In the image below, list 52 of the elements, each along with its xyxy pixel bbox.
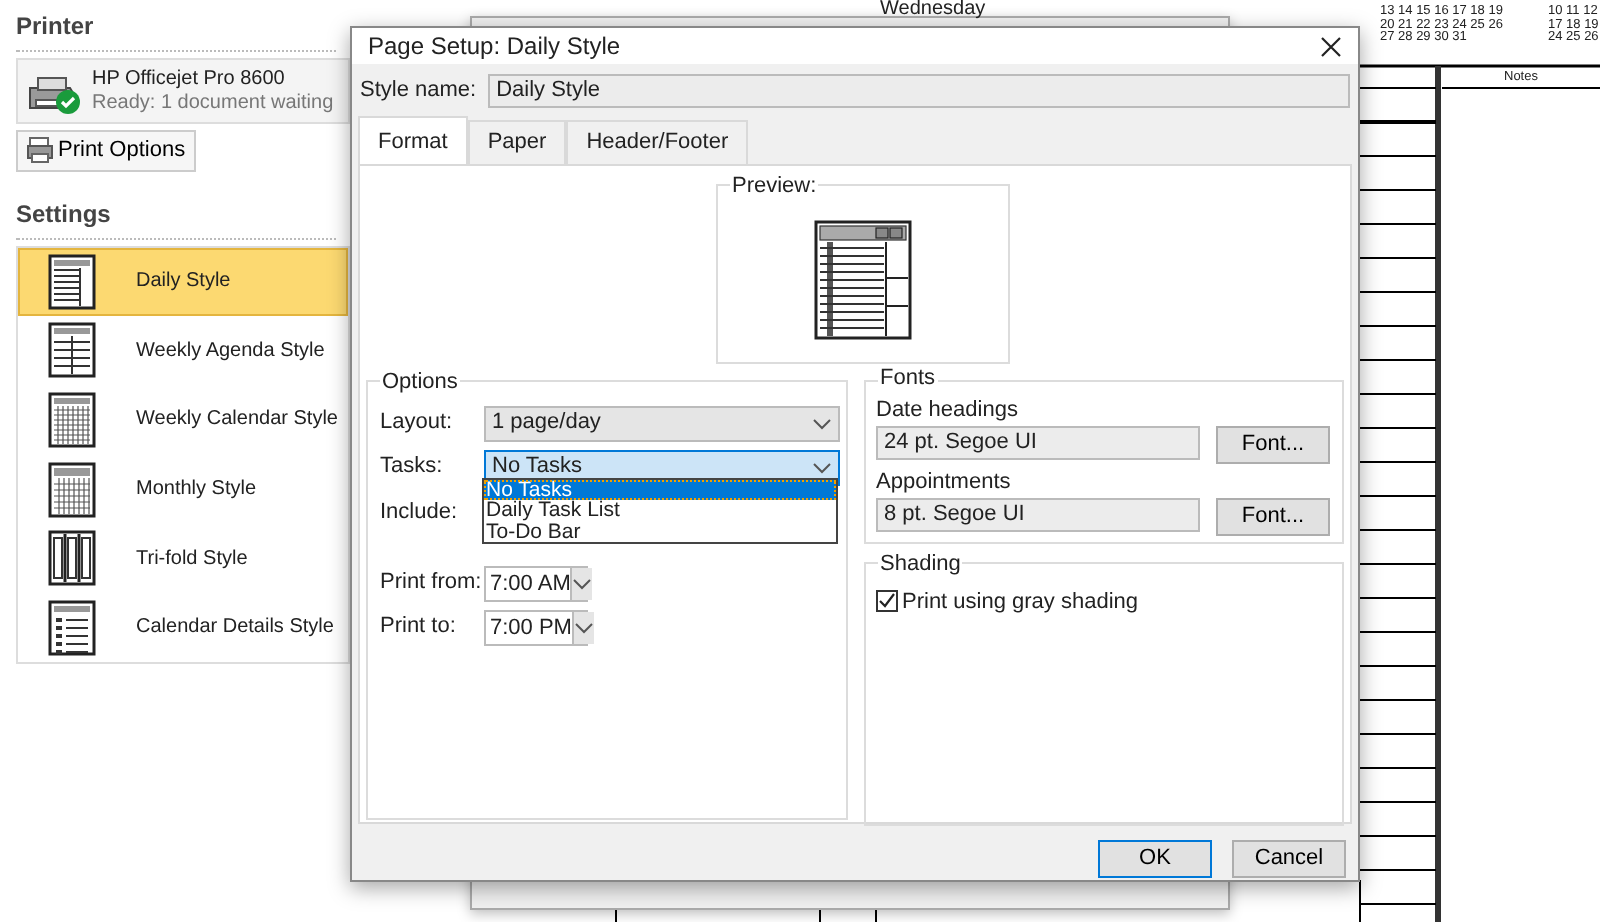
field-label: Appointments — [876, 469, 1013, 495]
caret-icon — [812, 417, 832, 429]
font-button[interactable]: Font... — [1216, 497, 1330, 535]
dropdown-option[interactable]: No Tasks — [484, 479, 836, 500]
font-button[interactable]: Font... — [1216, 425, 1330, 463]
caret-icon — [812, 461, 832, 473]
dropdown-option[interactable]: To-Do Bar — [484, 521, 836, 542]
calendar-page-icon — [48, 322, 96, 379]
print-options-button[interactable]: Print Options — [16, 130, 196, 171]
checkbox-label: Print using gray shading — [902, 587, 1139, 617]
tab[interactable]: Header/Footer — [566, 120, 749, 163]
time-field[interactable]: 7:00 AM — [484, 565, 588, 601]
field-label: Layout: — [380, 408, 455, 439]
calendar-page-icon — [48, 391, 96, 448]
style-item[interactable]: Tri-fold Style — [18, 523, 348, 593]
calendar-page-icon — [48, 461, 96, 518]
field-label: Print from: — [380, 568, 484, 599]
printer-status: Ready: 1 document waiting — [92, 91, 334, 115]
printer-name: HP Officejet Pro 8600 — [92, 67, 287, 91]
groupbox-title: Fonts — [878, 365, 938, 391]
style-item[interactable]: Monthly Style — [18, 454, 348, 524]
trifold-icon — [48, 530, 96, 587]
tab[interactable]: Format — [358, 116, 468, 163]
window-title: Page Setup: Daily Style — [368, 30, 621, 64]
checkbox[interactable] — [876, 590, 898, 613]
dialog-button[interactable]: OK — [1098, 839, 1212, 877]
section-heading: Settings — [16, 195, 336, 239]
close-icon[interactable] — [1320, 35, 1342, 57]
style-item[interactable]: Calendar Details Style — [18, 592, 348, 663]
tab[interactable]: Paper — [467, 120, 567, 163]
daily-layout-preview-drawing — [814, 219, 912, 339]
text-field[interactable]: Daily Style — [488, 74, 1350, 108]
field-label: Date headings — [876, 397, 1020, 423]
field-label: Tasks: — [380, 452, 445, 483]
calendar-page-icon — [48, 253, 96, 310]
field-label: Print to: — [380, 612, 458, 643]
dropdown-option[interactable]: Daily Task List — [484, 500, 836, 521]
day-heading: Wednesday — [880, 0, 986, 20]
section-heading: Printer — [16, 8, 336, 52]
dropdown[interactable]: 1 page/day — [484, 405, 840, 441]
caret-icon — [572, 577, 593, 589]
style-item[interactable]: Weekly Calendar Style — [18, 385, 348, 455]
calendar-page-icon — [48, 599, 96, 656]
printer-icon — [26, 136, 54, 165]
printer-card[interactable]: HP Officejet Pro 8600 Ready: 1 document waiting — [16, 58, 350, 124]
time-field[interactable]: 7:00 PM — [484, 609, 588, 645]
field-label: Style name: — [360, 76, 477, 107]
caret-icon — [573, 621, 594, 633]
field-label: Include: — [380, 497, 460, 527]
dialog-button[interactable]: Cancel — [1232, 839, 1346, 877]
style-item[interactable]: Weekly Agenda Style — [18, 316, 348, 386]
style-item[interactable]: Daily Style — [18, 247, 348, 317]
